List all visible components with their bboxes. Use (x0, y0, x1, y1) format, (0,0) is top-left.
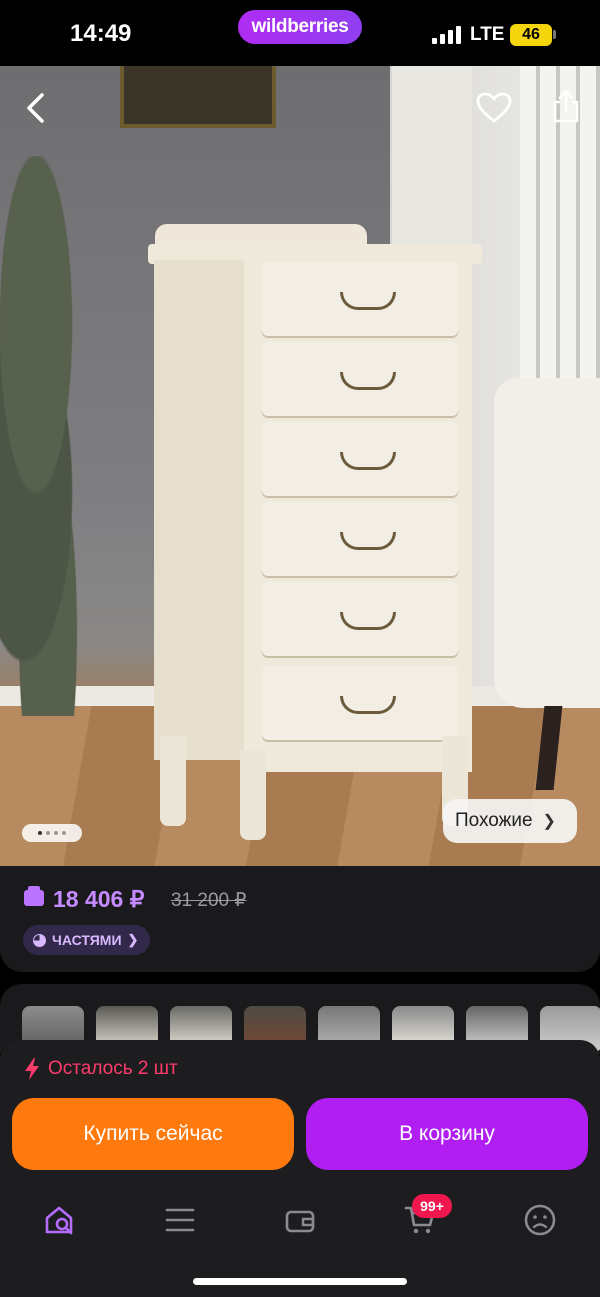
dresser-drawer (262, 262, 458, 338)
drawer-handle (340, 372, 396, 390)
background-picture-frame (120, 66, 276, 128)
installments-pie-icon (33, 933, 46, 947)
pagination-dot (38, 831, 42, 835)
drawer-handle (340, 696, 396, 714)
armchair (494, 378, 600, 708)
stock-text: Осталось 2 шт (48, 1058, 178, 1079)
profile-icon (524, 1204, 556, 1236)
dresser-drawer (262, 502, 458, 578)
installments-label: ЧАСТЯМИ (52, 932, 122, 948)
battery-icon: 46 (510, 24, 552, 46)
share-icon (553, 89, 579, 123)
home-search-icon (45, 1206, 73, 1235)
chevron-right-icon: ❯ (127, 932, 139, 947)
stock-status: Осталось 2 шт (24, 1058, 178, 1080)
lightning-icon (25, 1058, 39, 1080)
current-price: 18 406 ₽ (53, 886, 145, 912)
product-image-gallery[interactable]: Похожие ❯ (0, 66, 600, 866)
nav-catalog[interactable] (160, 1200, 200, 1240)
dresser-leg (160, 736, 186, 826)
price-card: 18 406 ₽ 31 200 ₽ ЧАСТЯМИ ❯ (0, 866, 600, 972)
wallet-icon (24, 886, 44, 906)
dresser-leg (240, 750, 266, 840)
christmas-tree (0, 156, 120, 716)
old-price: 31 200 ₽ (171, 890, 247, 911)
network-type: LTE (470, 24, 505, 45)
drawer-handle (340, 452, 396, 470)
wallet-icon (285, 1210, 315, 1233)
favorite-button[interactable] (474, 88, 514, 128)
nav-profile[interactable] (520, 1200, 560, 1240)
heart-icon (476, 92, 512, 123)
chevron-right-icon: ❯ (542, 813, 556, 830)
status-bar: 14:49 wildberries LTE 46 (0, 0, 600, 66)
gallery-pagination (22, 824, 82, 842)
drawer-handle (340, 292, 396, 310)
drawer-handle (340, 532, 396, 550)
buy-now-button[interactable]: Купить сейчас (12, 1098, 294, 1170)
dresser-drawer (262, 342, 458, 418)
cellular-signal-icon (432, 26, 462, 44)
wildberries-logo: wildberries (238, 10, 362, 44)
cart-count-badge: 99+ (412, 1194, 452, 1218)
installments-chip[interactable]: ЧАСТЯМИ ❯ (23, 925, 151, 955)
nav-wallet[interactable] (280, 1200, 320, 1240)
add-to-cart-button[interactable]: В корзину (306, 1098, 588, 1170)
home-indicator[interactable] (193, 1278, 407, 1285)
status-time: 14:49 (70, 20, 132, 47)
pagination-dot (62, 831, 66, 835)
pagination-dot (46, 831, 50, 835)
dresser-side (154, 260, 254, 760)
dresser-drawer (262, 422, 458, 498)
menu-icon (165, 1208, 195, 1232)
battery-tip (553, 30, 556, 39)
pagination-dot (54, 831, 58, 835)
similar-products-label: Похожие (455, 810, 533, 831)
share-button[interactable] (546, 86, 586, 126)
nav-home[interactable] (40, 1200, 80, 1240)
dresser-drawer (262, 582, 458, 658)
back-button[interactable] (18, 90, 54, 126)
dresser-drawer (262, 666, 458, 742)
similar-products-button[interactable]: Похожие ❯ (443, 799, 577, 843)
chevron-left-icon (27, 93, 44, 123)
purchase-panel: Осталось 2 шт Купить сейчас В корзину (0, 1040, 600, 1186)
drawer-handle (340, 612, 396, 630)
